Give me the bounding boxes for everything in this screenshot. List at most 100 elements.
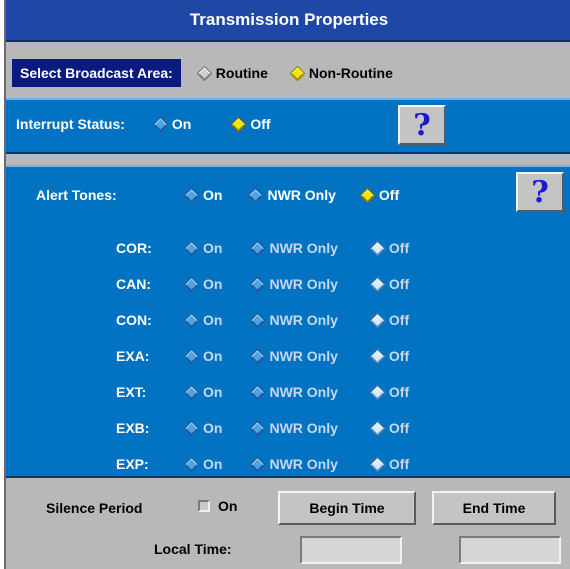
radio-diamond-icon[interactable] (250, 312, 266, 328)
radio-diamond-icon[interactable] (250, 420, 266, 436)
alert-code-off-option[interactable]: Off (369, 312, 410, 328)
option-label: On (203, 240, 223, 256)
alert-code-label: CAN: (116, 276, 151, 292)
alert-code-off-option[interactable]: Off (369, 384, 410, 400)
interrupt-help-button[interactable]: ? (398, 105, 446, 145)
radio-diamond-icon[interactable] (369, 276, 386, 292)
radio-diamond-icon[interactable] (183, 312, 200, 328)
radio-diamond-selected-icon[interactable] (359, 187, 376, 203)
broadcast-area-label: Select Broadcast Area: (12, 59, 181, 87)
radio-diamond-icon[interactable] (369, 384, 386, 400)
radio-diamond-icon[interactable] (183, 348, 200, 364)
radio-diamond-icon[interactable] (250, 348, 266, 364)
alert-tones-row: Alert Tones: On NWR Only Off (36, 187, 399, 203)
alert-code-off-option[interactable]: Off (369, 456, 410, 472)
alert-code-on-option[interactable]: On (183, 240, 223, 256)
alert-code-label: EXB: (116, 420, 150, 436)
radio-diamond-icon[interactable] (250, 384, 266, 400)
checkbox-icon[interactable] (198, 500, 210, 512)
radio-diamond-icon[interactable] (183, 240, 200, 256)
alert-tones-help-button[interactable]: ? (516, 172, 564, 212)
alert-code-on-option[interactable]: On (183, 420, 223, 436)
radio-diamond-icon[interactable] (248, 187, 264, 203)
radio-diamond-icon[interactable] (196, 65, 213, 81)
option-label: Routine (215, 65, 268, 81)
option-label: NWR Only (269, 456, 338, 472)
silence-on-checkbox[interactable]: On (198, 498, 237, 514)
radio-diamond-icon[interactable] (183, 276, 200, 292)
interrupt-status-label: Interrupt Status: (16, 116, 125, 132)
interrupt-off-option[interactable]: Off (231, 116, 271, 132)
option-label: NWR Only (269, 276, 338, 292)
alert-code-row: CAN: On NWR Only Off (116, 276, 409, 292)
option-label: NWR Only (267, 187, 336, 203)
alert-code-on-option[interactable]: On (183, 384, 223, 400)
broadcast-area-row: Select Broadcast Area: Routine Non-Routi… (12, 58, 570, 88)
option-label: NWR Only (269, 384, 338, 400)
radio-diamond-icon[interactable] (183, 187, 200, 203)
alert-code-on-option[interactable]: On (183, 276, 222, 292)
begin-time-field[interactable] (300, 536, 402, 564)
option-label: NWR Only (269, 420, 338, 436)
alert-code-off-option[interactable]: Off (369, 420, 410, 436)
alert-code-on-option[interactable]: On (183, 456, 223, 472)
alert-tones-on-option[interactable]: On (183, 187, 223, 203)
window-frame: Transmission Properties Select Broadcast… (0, 0, 570, 569)
option-label: NWR Only (269, 312, 338, 328)
alert-tones-nwr-option[interactable]: NWR Only (248, 187, 336, 203)
alert-code-nwr-option[interactable]: NWR Only (250, 276, 338, 292)
broadcast-nonroutine-option[interactable]: Non-Routine (289, 65, 393, 81)
radio-diamond-icon[interactable] (183, 384, 200, 400)
option-label: On (203, 384, 223, 400)
alert-code-on-option[interactable]: On (183, 312, 222, 328)
radio-diamond-icon[interactable] (250, 456, 266, 472)
option-label: On (203, 420, 223, 436)
alert-code-nwr-option[interactable]: NWR Only (250, 456, 338, 472)
end-time-field[interactable] (459, 536, 561, 564)
alert-tones-off-option[interactable]: Off (359, 187, 399, 203)
alert-code-off-option[interactable]: Off (369, 276, 410, 292)
option-label: NWR Only (269, 240, 338, 256)
radio-diamond-icon[interactable] (369, 420, 386, 436)
end-time-button[interactable]: End Time (432, 491, 556, 525)
radio-diamond-icon[interactable] (250, 240, 266, 256)
alert-code-off-option[interactable]: Off (369, 240, 410, 256)
option-label: On (203, 456, 223, 472)
radio-diamond-selected-icon[interactable] (289, 65, 306, 81)
alert-code-label: COR: (116, 240, 152, 256)
silence-period-section: Silence Period On Begin Time End Time Lo… (6, 481, 570, 569)
radio-diamond-icon[interactable] (152, 116, 169, 132)
alert-code-nwr-option[interactable]: NWR Only (250, 420, 338, 436)
begin-time-button[interactable]: Begin Time (278, 491, 416, 525)
alert-code-nwr-option[interactable]: NWR Only (250, 348, 338, 364)
alert-code-on-option[interactable]: On (183, 348, 222, 364)
option-label: Off (388, 276, 410, 292)
interrupt-on-option[interactable]: On (152, 116, 192, 132)
option-label: Off (388, 348, 410, 364)
broadcast-routine-option[interactable]: Routine (196, 65, 268, 81)
alert-code-label: EXP: (116, 456, 149, 472)
radio-diamond-icon[interactable] (369, 312, 386, 328)
alert-code-nwr-option[interactable]: NWR Only (250, 384, 338, 400)
option-label: Off (388, 384, 410, 400)
alert-code-off-option[interactable]: Off (369, 348, 410, 364)
option-label: Off (388, 420, 410, 436)
option-label: Off (388, 312, 410, 328)
alert-code-nwr-option[interactable]: NWR Only (250, 312, 338, 328)
option-label: On (171, 116, 192, 132)
alert-tones-panel: Alert Tones: On NWR Only Off ? COR: On NWR… (6, 165, 570, 478)
option-label: Off (388, 456, 410, 472)
radio-diamond-icon[interactable] (250, 276, 266, 292)
alert-code-row: EXB: On NWR Only Off (116, 420, 409, 436)
radio-diamond-icon[interactable] (183, 456, 200, 472)
radio-diamond-icon[interactable] (183, 420, 200, 436)
alert-code-row: EXT: On NWR Only Off (116, 384, 409, 400)
radio-diamond-selected-icon[interactable] (231, 116, 247, 132)
alert-code-nwr-option[interactable]: NWR Only (250, 240, 338, 256)
radio-diamond-icon[interactable] (369, 240, 386, 256)
option-label: Off (388, 240, 410, 256)
option-label: On (203, 187, 223, 203)
window-title: Transmission Properties (6, 0, 570, 42)
radio-diamond-icon[interactable] (369, 348, 386, 364)
radio-diamond-icon[interactable] (369, 456, 386, 472)
